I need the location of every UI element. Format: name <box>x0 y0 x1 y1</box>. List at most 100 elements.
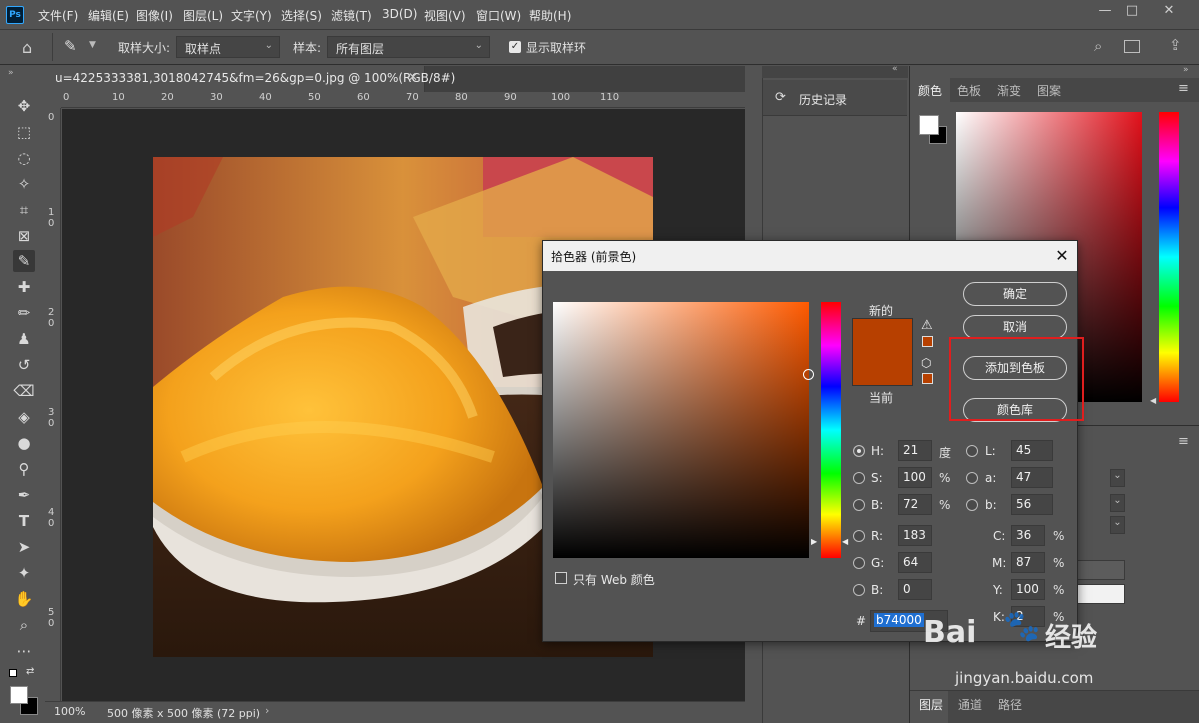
menu-layer[interactable]: 图层(L) <box>183 7 223 24</box>
blur-tool-icon[interactable]: ● <box>13 432 35 454</box>
crop-tool-icon[interactable]: ⌗ <box>13 199 35 221</box>
eyedropper-tool-icon[interactable]: ✎ <box>64 37 77 55</box>
hue-slider[interactable] <box>1159 112 1179 402</box>
input-b[interactable]: 72 <box>898 494 932 515</box>
magic-wand-tool-icon[interactable]: ✧ <box>13 173 35 195</box>
input-c[interactable]: 36 <box>1011 525 1045 546</box>
hue-slider-handle[interactable]: ◀ <box>1150 396 1156 405</box>
menu-type[interactable]: 文字(Y) <box>231 7 272 24</box>
radio-blue[interactable] <box>853 584 865 596</box>
input-h[interactable]: 21 <box>898 440 932 461</box>
sample-size-select[interactable]: 取样点 ⌄ <box>176 36 280 58</box>
history-panel-tab[interactable]: ⟳ 历史记录 <box>763 80 907 116</box>
menu-view[interactable]: 视图(V) <box>424 7 466 24</box>
chevron-down-icon[interactable]: ▼ <box>89 40 96 50</box>
gamut-color-swatch[interactable] <box>922 336 933 347</box>
menu-help[interactable]: 帮助(H) <box>529 7 571 24</box>
input-b-lab[interactable]: 56 <box>1011 494 1053 515</box>
radio-green[interactable] <box>853 557 865 569</box>
sample-select[interactable]: 所有图层 ⌄ <box>327 36 490 58</box>
panel-foreground-swatch[interactable] <box>919 115 939 135</box>
radio-saturation[interactable] <box>853 472 865 484</box>
radio-hue[interactable] <box>853 445 865 457</box>
menu-edit[interactable]: 编辑(E) <box>88 7 129 24</box>
history-brush-tool-icon[interactable]: ↺ <box>13 354 35 376</box>
panel-menu-icon[interactable]: ≡ <box>1178 434 1189 449</box>
close-window-button[interactable]: ✕ <box>1157 3 1181 21</box>
chevron-down-icon[interactable]: ⌄ <box>1110 494 1125 512</box>
collapse-icon[interactable]: » <box>8 68 14 78</box>
tab-patterns[interactable]: 图案 <box>1029 78 1069 102</box>
radio-brightness[interactable] <box>853 499 865 511</box>
frame-tool-icon[interactable]: ⊠ <box>13 225 35 247</box>
brush-tool-icon[interactable]: ✏ <box>13 302 35 324</box>
input-g[interactable]: 64 <box>898 552 932 573</box>
tab-paths[interactable]: 路径 <box>998 696 1022 713</box>
path-select-tool-icon[interactable]: ➤ <box>13 536 35 558</box>
input-m[interactable]: 87 <box>1011 552 1045 573</box>
paint-bucket-tool-icon[interactable]: ◈ <box>13 406 35 428</box>
marquee-tool-icon[interactable]: ⬚ <box>13 121 35 143</box>
tab-layers[interactable]: 图层 <box>910 691 948 723</box>
hue-spectrum-slider[interactable] <box>821 302 841 558</box>
input-l[interactable]: 45 <box>1011 440 1053 461</box>
tab-swatches[interactable]: 色板 <box>950 78 988 102</box>
input-s[interactable]: 100 <box>898 467 932 488</box>
radio-lightness[interactable] <box>966 445 978 457</box>
chevron-right-icon[interactable]: › <box>265 704 269 717</box>
lasso-tool-icon[interactable]: ◌ <box>13 147 35 169</box>
collapse-icon[interactable]: « <box>892 64 898 74</box>
input-a[interactable]: 47 <box>1011 467 1053 488</box>
swap-colors-icon[interactable]: ⇄ <box>26 666 34 677</box>
input-r[interactable]: 183 <box>898 525 932 546</box>
stamp-tool-icon[interactable]: ♟ <box>13 328 35 350</box>
document-tab[interactable]: u=4225333381,3018042745&fm=26&gp=0.jpg @… <box>47 66 455 92</box>
cancel-button[interactable]: 取消 <box>963 315 1067 339</box>
healing-brush-tool-icon[interactable]: ✚ <box>13 276 35 298</box>
menu-filter[interactable]: 滤镜(T) <box>331 7 372 24</box>
zoom-level[interactable]: 100% <box>54 705 85 718</box>
default-colors-icon[interactable] <box>9 669 17 677</box>
workspace-icon[interactable] <box>1124 40 1140 53</box>
panel-menu-icon[interactable]: ≡ <box>1178 81 1189 96</box>
menu-window[interactable]: 窗口(W) <box>476 7 521 24</box>
hand-tool-icon[interactable]: ✋ <box>13 588 35 610</box>
tab-channels[interactable]: 通道 <box>958 696 982 713</box>
collapse-icon[interactable]: » <box>1183 65 1189 75</box>
foreground-color-swatch[interactable] <box>10 686 28 704</box>
web-safe-cube-icon[interactable]: ⬡ <box>921 356 931 370</box>
eraser-tool-icon[interactable]: ⌫ <box>13 380 35 402</box>
pen-tool-icon[interactable]: ✒ <box>13 484 35 506</box>
home-icon[interactable]: ⌂ <box>22 38 32 57</box>
warning-icon[interactable]: ⚠ <box>921 318 933 333</box>
more-tools-icon[interactable]: ⋯ <box>13 640 35 662</box>
hue-slider-right-handle[interactable]: ◀ <box>842 537 848 546</box>
shape-tool-icon[interactable]: ✦ <box>13 562 35 584</box>
tab-color[interactable]: 颜色 <box>910 78 950 102</box>
type-tool-icon[interactable]: T <box>13 510 35 532</box>
radio-red[interactable] <box>853 530 865 542</box>
menu-image[interactable]: 图像(I) <box>136 7 173 24</box>
radio-a[interactable] <box>966 472 978 484</box>
show-ring-checkbox[interactable]: ✓ <box>509 41 521 53</box>
web-only-checkbox[interactable] <box>555 572 567 584</box>
color-saturation-field[interactable] <box>553 302 809 558</box>
dodge-tool-icon[interactable]: ⚲ <box>13 458 35 480</box>
menu-file[interactable]: 文件(F) <box>38 7 78 24</box>
menu-select[interactable]: 选择(S) <box>281 7 322 24</box>
move-tool-icon[interactable]: ✥ <box>13 95 35 117</box>
hue-slider-left-handle[interactable]: ▶ <box>811 537 817 546</box>
radio-b-lab[interactable] <box>966 499 978 511</box>
eyedropper-tool-icon[interactable]: ✎ <box>13 250 35 272</box>
web-color-swatch[interactable] <box>922 373 933 384</box>
chevron-down-icon[interactable]: ⌄ <box>1110 516 1125 534</box>
ok-button[interactable]: 确定 <box>963 282 1067 306</box>
search-icon[interactable]: ⌕ <box>1094 37 1102 55</box>
color-selection-ring[interactable] <box>803 369 814 380</box>
maximize-button[interactable]: □ <box>1120 3 1144 21</box>
zoom-tool-icon[interactable]: ⌕ <box>13 614 35 636</box>
minimize-button[interactable]: — <box>1093 3 1117 21</box>
menu-3d[interactable]: 3D(D) <box>382 7 417 21</box>
tab-gradients[interactable]: 渐变 <box>989 78 1029 102</box>
close-icon[interactable]: ✕ <box>1050 245 1074 267</box>
